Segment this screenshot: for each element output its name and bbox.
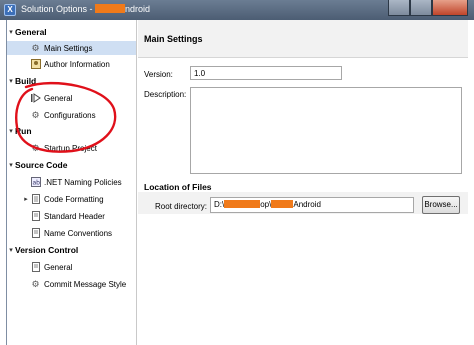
version-label: Version:: [144, 70, 173, 79]
options-tree: ▾ General ⚙ Main Settings Author Informa…: [7, 20, 137, 345]
expand-arrow-icon[interactable]: ▾: [7, 77, 15, 85]
author-card-icon: [30, 59, 41, 70]
build-play-icon: [30, 93, 41, 104]
description-textarea[interactable]: [190, 87, 462, 174]
heading-bar: Main Settings: [138, 20, 468, 58]
gear-icon: ⚙: [31, 278, 40, 289]
minimize-button[interactable]: [388, 0, 410, 16]
close-button[interactable]: [432, 0, 468, 16]
window-title: Solution Options - ndroid: [21, 4, 151, 14]
tree-category-build[interactable]: ▾ Build: [7, 74, 36, 88]
app-icon: X: [4, 4, 16, 16]
settings-panel: Main Settings Version: 1.0 Description: …: [138, 20, 468, 345]
tree-category-general[interactable]: ▾ General: [7, 25, 46, 39]
expand-arrow-icon[interactable]: ▾: [7, 246, 15, 254]
document-icon: [30, 194, 41, 205]
root-directory-label: Root directory:: [155, 202, 208, 211]
tree-item-code-formatting[interactable]: ▸ Code Formatting: [7, 192, 104, 206]
expand-arrow-icon[interactable]: ▾: [7, 28, 15, 36]
document-icon: [30, 211, 41, 222]
title-bar: X Solution Options - ndroid: [0, 0, 474, 20]
tree-category-version-control[interactable]: ▾ Version Control: [7, 243, 78, 257]
document-icon: [30, 262, 41, 273]
tree-category-source-code[interactable]: ▾ Source Code: [7, 158, 67, 172]
tree-category-run[interactable]: ▾ Run: [7, 124, 31, 138]
svg-text:ab: ab: [32, 180, 40, 187]
tree-item-vc-general[interactable]: General: [7, 260, 72, 274]
tree-item-build-general[interactable]: General: [7, 91, 72, 105]
redaction-mark: [224, 200, 261, 208]
gear-icon: ⚙: [31, 109, 40, 120]
redaction-mark: [271, 200, 294, 208]
tree-item-name-conventions[interactable]: Name Conventions: [7, 226, 112, 240]
document-icon: [30, 228, 41, 239]
gear-icon: ⚙: [31, 42, 40, 53]
tree-item-author-information[interactable]: Author Information: [7, 57, 110, 71]
expand-arrow-icon[interactable]: ▸: [22, 195, 30, 203]
root-directory-input[interactable]: D:\ op\ Android: [210, 197, 414, 213]
tree-item-startup-project[interactable]: ⚙ Startup Project: [7, 141, 96, 155]
maximize-button[interactable]: [410, 0, 432, 16]
location-heading: Location of Files: [144, 182, 212, 192]
tree-item-commit-message-style[interactable]: ⚙ Commit Message Style: [7, 277, 126, 291]
expand-arrow-icon[interactable]: ▾: [7, 161, 15, 169]
tree-item-standard-header[interactable]: Standard Header: [7, 209, 105, 223]
redaction-mark: [95, 4, 126, 13]
tree-item-main-settings[interactable]: ⚙ Main Settings: [7, 41, 136, 55]
browse-button[interactable]: Browse...: [422, 196, 460, 214]
version-input[interactable]: 1.0: [190, 66, 342, 80]
naming-policy-icon: ab: [30, 177, 41, 188]
gear-icon: ⚙: [31, 142, 40, 153]
description-label: Description:: [144, 90, 187, 99]
expand-arrow-icon[interactable]: ▾: [7, 127, 15, 135]
solution-options-dialog: ▾ General ⚙ Main Settings Author Informa…: [6, 20, 468, 345]
tree-item-configurations[interactable]: ⚙ Configurations: [7, 108, 95, 122]
tree-item-naming-policies[interactable]: ab .NET Naming Policies: [7, 175, 122, 189]
page-title: Main Settings: [144, 34, 203, 44]
